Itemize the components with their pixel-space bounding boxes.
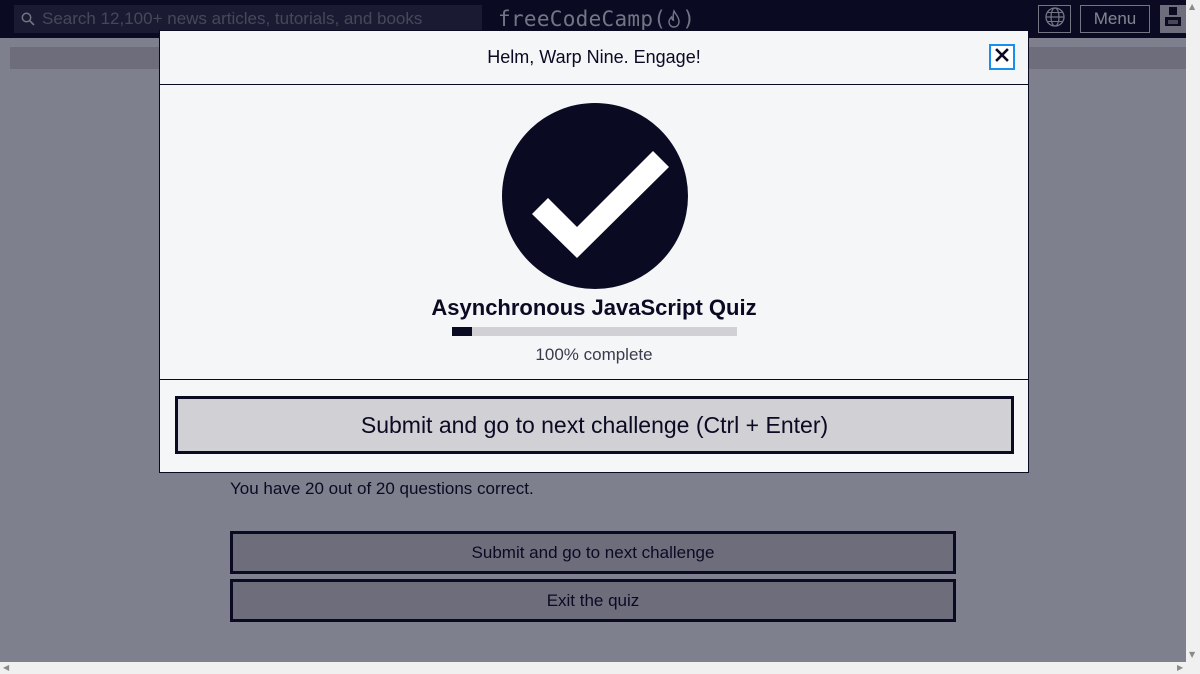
modal-header: Helm, Warp Nine. Engage!: [160, 31, 1028, 85]
quiz-title: Asynchronous JavaScript Quiz: [431, 295, 757, 320]
progress-text: 100% complete: [535, 345, 653, 364]
close-button[interactable]: [989, 44, 1015, 70]
scroll-left-icon[interactable]: ◀: [3, 663, 9, 672]
scroll-down-icon[interactable]: ▼: [1189, 650, 1195, 659]
close-icon: [995, 47, 1009, 67]
scroll-up-icon[interactable]: ▲: [1189, 2, 1195, 11]
progress-bar: [452, 327, 737, 336]
horizontal-scrollbar[interactable]: ◀ ▶: [0, 662, 1200, 674]
checkmark-icon: [502, 103, 688, 289]
modal-title: Helm, Warp Nine. Engage!: [487, 47, 701, 67]
progress-bar-fill: [452, 327, 472, 336]
submit-next-challenge-button[interactable]: Submit and go to next challenge (Ctrl + …: [175, 396, 1014, 454]
scroll-right-icon[interactable]: ▶: [1177, 663, 1183, 672]
completion-modal: Helm, Warp Nine. Engage! Asynchronous Ja…: [159, 30, 1029, 473]
vertical-scrollbar[interactable]: ▲ ▼: [1186, 0, 1200, 662]
modal-divider: [160, 379, 1028, 380]
